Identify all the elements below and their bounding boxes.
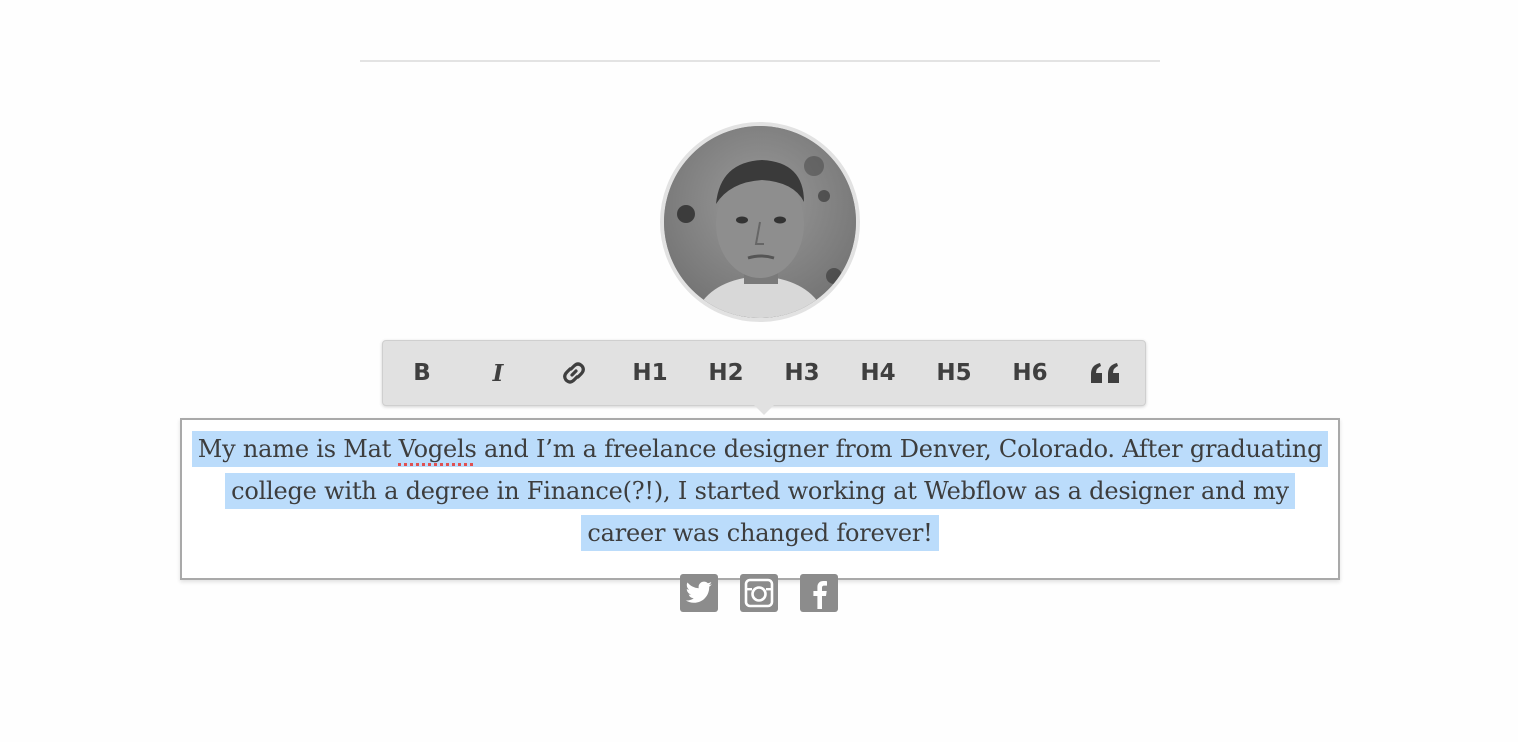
h5-label: H5 <box>936 360 972 386</box>
h5-button[interactable]: H5 <box>916 341 992 405</box>
profile-avatar <box>660 122 860 322</box>
h3-button[interactable]: H3 <box>764 341 840 405</box>
italic-label: I <box>492 359 504 387</box>
bold-label: B <box>413 360 431 386</box>
text-selection: My name is Mat Vogels and I’m a freelanc… <box>191 431 1329 551</box>
h1-button[interactable]: H1 <box>612 341 688 405</box>
bio-text-editor[interactable]: My name is Mat Vogels and I’m a freelanc… <box>180 418 1340 580</box>
social-links <box>680 574 838 612</box>
link-button[interactable] <box>536 341 612 405</box>
h4-button[interactable]: H4 <box>840 341 916 405</box>
quote-icon <box>1089 361 1123 385</box>
toolbar-pointer <box>754 405 774 415</box>
h3-label: H3 <box>784 360 820 386</box>
format-toolbar: B I H1 H2 H3 H4 H5 H6 <box>382 340 1146 406</box>
link-icon <box>560 359 588 387</box>
h4-label: H4 <box>860 360 896 386</box>
twitter-icon[interactable] <box>680 574 718 612</box>
bio-paragraph[interactable]: My name is Mat Vogels and I’m a freelanc… <box>190 428 1330 554</box>
bio-text-start: My name is Mat <box>197 435 399 463</box>
facebook-icon[interactable] <box>800 574 838 612</box>
h1-label: H1 <box>632 360 668 386</box>
h2-button[interactable]: H2 <box>688 341 764 405</box>
section-divider <box>360 60 1160 62</box>
h6-button[interactable]: H6 <box>992 341 1068 405</box>
h2-label: H2 <box>708 360 744 386</box>
h6-label: H6 <box>1012 360 1048 386</box>
italic-button[interactable]: I <box>460 341 536 405</box>
misspelled-word[interactable]: Vogels <box>399 435 477 463</box>
bold-button[interactable]: B <box>384 341 460 405</box>
quote-button[interactable] <box>1068 341 1144 405</box>
instagram-icon[interactable] <box>740 574 778 612</box>
